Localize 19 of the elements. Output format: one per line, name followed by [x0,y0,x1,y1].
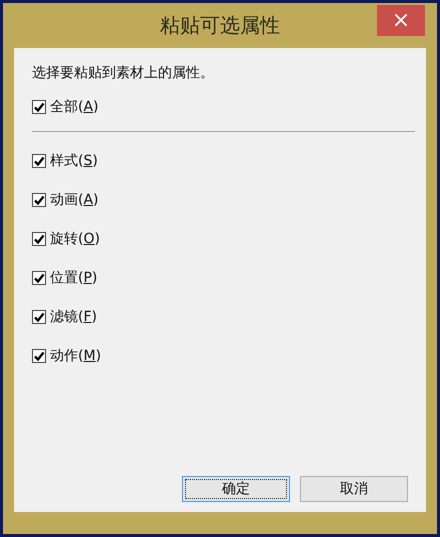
checkbox-option[interactable]: 动画(A) [32,189,406,211]
checkbox-option[interactable]: 位置(P) [32,267,406,289]
checkbox[interactable] [32,232,46,246]
checkbox[interactable] [32,100,46,114]
checkbox[interactable] [32,193,46,207]
checkbox[interactable] [32,271,46,285]
cancel-button[interactable]: 取消 [300,476,408,502]
window-title: 粘贴可选属性 [160,12,280,39]
instruction-text: 选择要粘贴到素材上的属性。 [32,64,215,82]
checkbox-option[interactable]: 样式(S) [32,150,406,172]
close-button[interactable]: × [377,5,425,36]
checkbox-option[interactable]: 旋转(O) [32,228,406,250]
checkbox-option[interactable]: 动作(M) [32,345,406,367]
ok-button[interactable]: 确定 [182,476,290,502]
checkbox[interactable] [32,310,46,324]
checkbox[interactable] [32,349,46,363]
checkbox-option[interactable]: 滤镜(F) [32,306,406,328]
checkbox[interactable] [32,154,46,168]
checkbox-option[interactable]: 全部(A) [32,96,406,118]
